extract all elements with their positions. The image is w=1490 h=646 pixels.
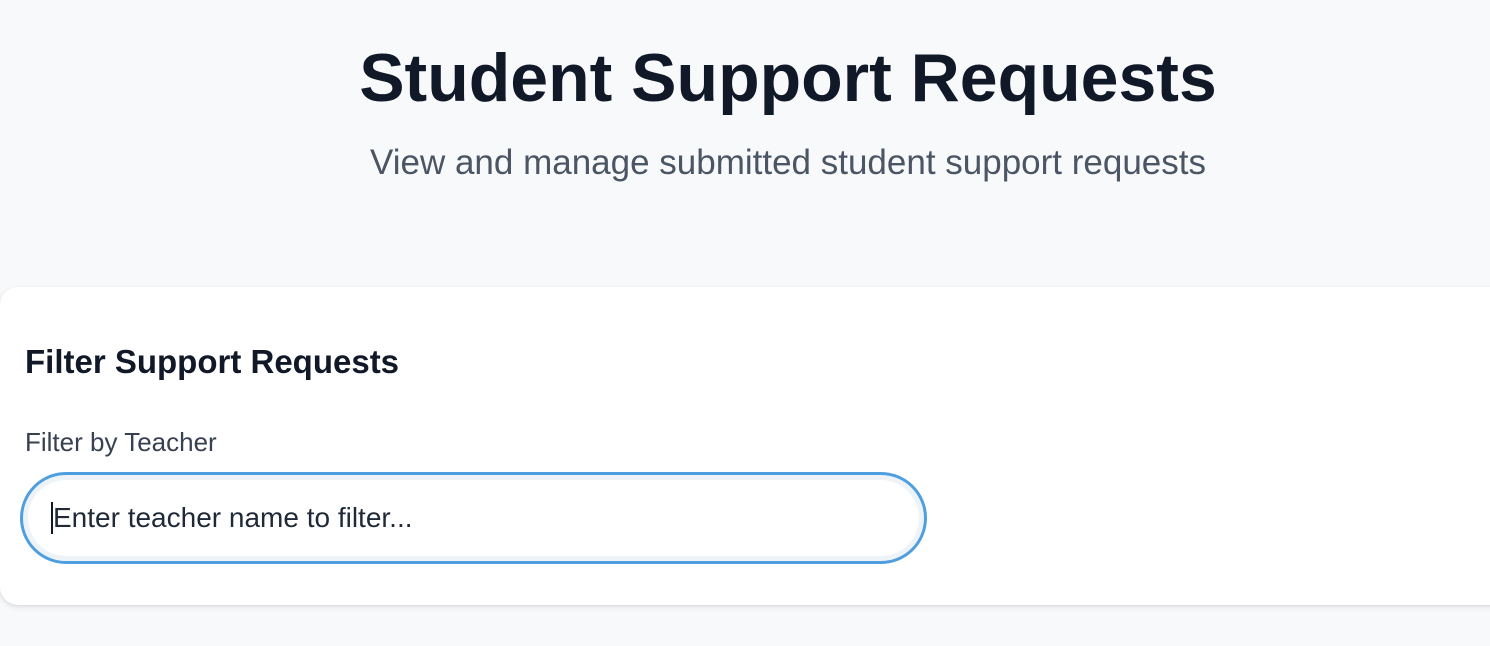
page-subtitle: View and manage submitted student suppor… <box>370 143 1206 182</box>
filter-card-title: Filter Support Requests <box>25 343 400 380</box>
teacher-filter-input[interactable] <box>20 472 927 564</box>
text-cursor <box>51 502 53 534</box>
teacher-filter-label: Filter by Teacher <box>25 427 217 457</box>
page-title: Student Support Requests <box>359 40 1217 116</box>
